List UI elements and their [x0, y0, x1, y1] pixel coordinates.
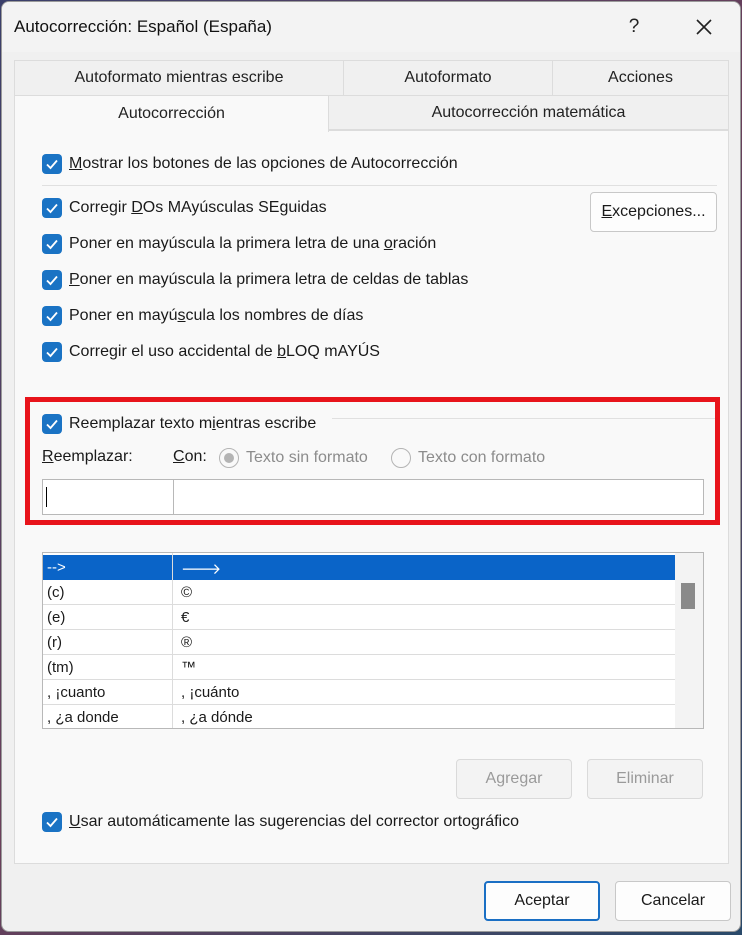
table-row[interactable]: , ¡cuanto , ¡cuánto — [43, 680, 675, 705]
option-label: Poner en mayúscula los nombres de días — [69, 307, 364, 324]
radio-selected-icon — [219, 448, 239, 468]
column-divider — [172, 553, 173, 728]
option-label: Corregir el uso accidental de bLOQ mAYÚS — [69, 343, 380, 360]
option-label: Poner en mayúscula la primera letra de c… — [69, 271, 469, 288]
checkbox-checked[interactable] — [42, 414, 62, 434]
option-capitalize-table-cells[interactable]: Poner en mayúscula la primera letra de c… — [42, 268, 468, 292]
option-two-initial-capitals[interactable]: Corregir DOs MAyúsculas SEguidas — [42, 196, 327, 220]
checkbox-checked[interactable] — [42, 198, 62, 218]
text-caret — [46, 487, 47, 507]
divider — [332, 418, 717, 419]
option-label: Corregir DOs MAyúsculas SEguidas — [69, 199, 327, 216]
table-row[interactable]: (r) ® — [43, 630, 675, 655]
checkbox-checked[interactable] — [42, 812, 62, 832]
option-label: Reemplazar texto mientras escribe — [69, 415, 317, 432]
checkbox-checked[interactable] — [42, 154, 62, 174]
replace-input[interactable] — [42, 479, 174, 515]
tab-math-autocorrect[interactable]: Autocorrección matemática — [328, 95, 729, 130]
option-capitalize-sentences[interactable]: Poner en mayúscula la primera letra de u… — [42, 232, 436, 256]
check-icon — [46, 275, 58, 286]
table-row[interactable]: , ¿a donde , ¿a dónde — [43, 705, 675, 728]
radio-label: Texto con formato — [418, 449, 546, 466]
exceptions-button[interactable]: Excepciones... — [590, 192, 717, 232]
with-label: Con: — [173, 448, 207, 465]
replace-label: Reemplazar: — [42, 448, 133, 465]
radio-formatted-text[interactable]: Texto con formato — [391, 446, 545, 470]
ok-button[interactable]: Aceptar — [484, 881, 600, 921]
option-replace-as-you-type[interactable]: Reemplazar texto mientras escribe — [42, 412, 316, 436]
tab-autoformat[interactable]: Autoformato — [343, 60, 553, 96]
check-icon — [46, 159, 58, 170]
table-row[interactable]: --> 🡒 — [43, 555, 675, 580]
list-scrollbar[interactable] — [675, 553, 703, 728]
option-caps-lock[interactable]: Corregir el uso accidental de bLOQ mAYÚS — [42, 340, 380, 364]
help-button[interactable]: ? — [614, 10, 654, 44]
divider — [42, 185, 717, 186]
autocorrect-dialog: Autocorrección: Español (España) ? Autof… — [1, 1, 741, 932]
check-icon — [46, 347, 58, 358]
option-use-spellchecker[interactable]: Usar automáticamente las sugerencias del… — [42, 810, 519, 834]
table-row[interactable]: (c) © — [43, 580, 675, 605]
option-label: Mostrar los botones de las opciones de A… — [69, 155, 458, 172]
autocorrect-entries-list[interactable]: --> 🡒 (c) © (e) € (r) ® (tm) ™ , ¡cuanto… — [42, 552, 704, 729]
tab-autocorrect[interactable]: Autocorrección — [14, 95, 329, 132]
table-row[interactable]: (tm) ™ — [43, 655, 675, 680]
radio-label: Texto sin formato — [246, 449, 368, 466]
check-icon — [46, 419, 58, 430]
radio-plain-text[interactable]: Texto sin formato — [219, 446, 368, 470]
dialog-title: Autocorrección: Español (España) — [14, 17, 272, 36]
checkbox-checked[interactable] — [42, 342, 62, 362]
option-label: Usar automáticamente las sugerencias del… — [69, 813, 519, 830]
check-icon — [46, 311, 58, 322]
checkbox-checked[interactable] — [42, 306, 62, 326]
checkbox-checked[interactable] — [42, 234, 62, 254]
cancel-button[interactable]: Cancelar — [615, 881, 731, 921]
delete-button[interactable]: Eliminar — [587, 759, 703, 799]
tab-actions[interactable]: Acciones — [552, 60, 729, 96]
radio-unselected-icon — [391, 448, 411, 468]
title-bar: Autocorrección: Español (España) ? — [2, 2, 740, 52]
option-show-buttons[interactable]: Mostrar los botones de las opciones de A… — [42, 152, 458, 176]
close-icon — [696, 19, 712, 35]
check-icon — [46, 203, 58, 214]
option-label: Poner en mayúscula la primera letra de u… — [69, 235, 437, 252]
checkbox-checked[interactable] — [42, 270, 62, 290]
check-icon — [46, 239, 58, 250]
scrollbar-thumb[interactable] — [681, 583, 695, 609]
option-capitalize-days[interactable]: Poner en mayúscula los nombres de días — [42, 304, 363, 328]
close-button[interactable] — [684, 10, 724, 44]
with-input[interactable] — [173, 479, 704, 515]
tab-autoformat-as-you-type[interactable]: Autoformato mientras escribe — [14, 60, 344, 96]
table-row[interactable]: (e) € — [43, 605, 675, 630]
check-icon — [46, 817, 58, 828]
add-button[interactable]: Agregar — [456, 759, 572, 799]
